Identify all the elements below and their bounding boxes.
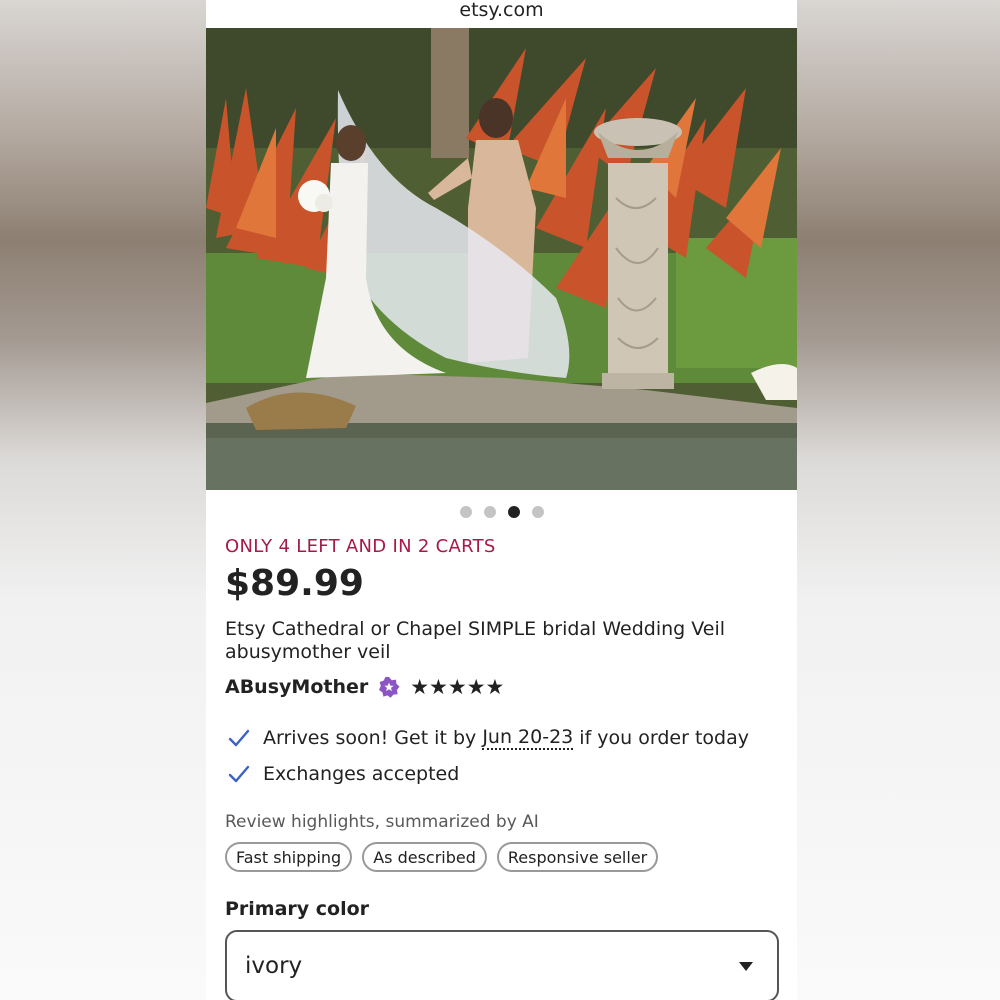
price: $89.99 <box>225 563 364 604</box>
delivery-date-link[interactable]: Jun 20-23 <box>482 726 574 750</box>
wedding-photo-image <box>206 28 797 490</box>
star-seller-badge-icon[interactable] <box>378 676 400 698</box>
seller-name-link[interactable]: ABusyMother <box>225 676 368 698</box>
primary-color-value: ivory <box>245 953 303 979</box>
delivery-text-suffix: if you order today <box>573 727 749 749</box>
gallery-dot-3[interactable] <box>507 506 520 518</box>
primary-color-select[interactable]: ivory <box>225 930 779 1000</box>
gallery-dots <box>206 506 797 520</box>
listing-details: ONLY 4 LEFT AND IN 2 CARTS $89.99 Etsy C… <box>206 536 797 1000</box>
exchanges-text: Exchanges accepted <box>263 763 460 785</box>
stock-notice: ONLY 4 LEFT AND IN 2 CARTS <box>225 536 496 557</box>
review-chip[interactable]: Responsive seller <box>496 842 659 872</box>
gallery-dot-1[interactable] <box>459 506 472 518</box>
exchanges-policy: Exchanges accepted <box>225 756 778 792</box>
url-text: etsy.com <box>459 0 544 21</box>
checkmark-icon <box>228 765 250 783</box>
listing-photo[interactable] <box>206 28 797 490</box>
chevron-down-icon <box>739 961 753 971</box>
checkmark-icon <box>228 729 250 747</box>
review-chip[interactable]: As described <box>362 842 487 872</box>
gallery-dot-2[interactable] <box>483 506 496 518</box>
listing-perks: Arrives soon! Get it by Jun 20-23 if you… <box>225 720 778 792</box>
rating-stars[interactable]: ★★★★★ <box>410 675 504 699</box>
review-chip[interactable]: Fast shipping <box>225 842 353 872</box>
phone-screen: etsy.com ONLY 4 LEFT AND IN 2 CARTS $89.… <box>206 0 797 1000</box>
review-chips: Fast shipping As described Responsive se… <box>225 842 778 872</box>
review-highlights-label: Review highlights, summarized by AI <box>225 812 539 832</box>
listing-title: Etsy Cathedral or Chapel SIMPLE bridal W… <box>225 618 726 663</box>
address-bar[interactable]: etsy.com <box>206 0 797 28</box>
seller-row: ABusyMother ★★★★★ <box>225 672 778 702</box>
delivery-estimate: Arrives soon! Get it by Jun 20-23 if you… <box>225 720 778 756</box>
delivery-text-prefix: Arrives soon! Get it by <box>263 727 483 749</box>
primary-color-label: Primary color <box>225 898 370 920</box>
gallery-dot-4[interactable] <box>531 506 544 518</box>
